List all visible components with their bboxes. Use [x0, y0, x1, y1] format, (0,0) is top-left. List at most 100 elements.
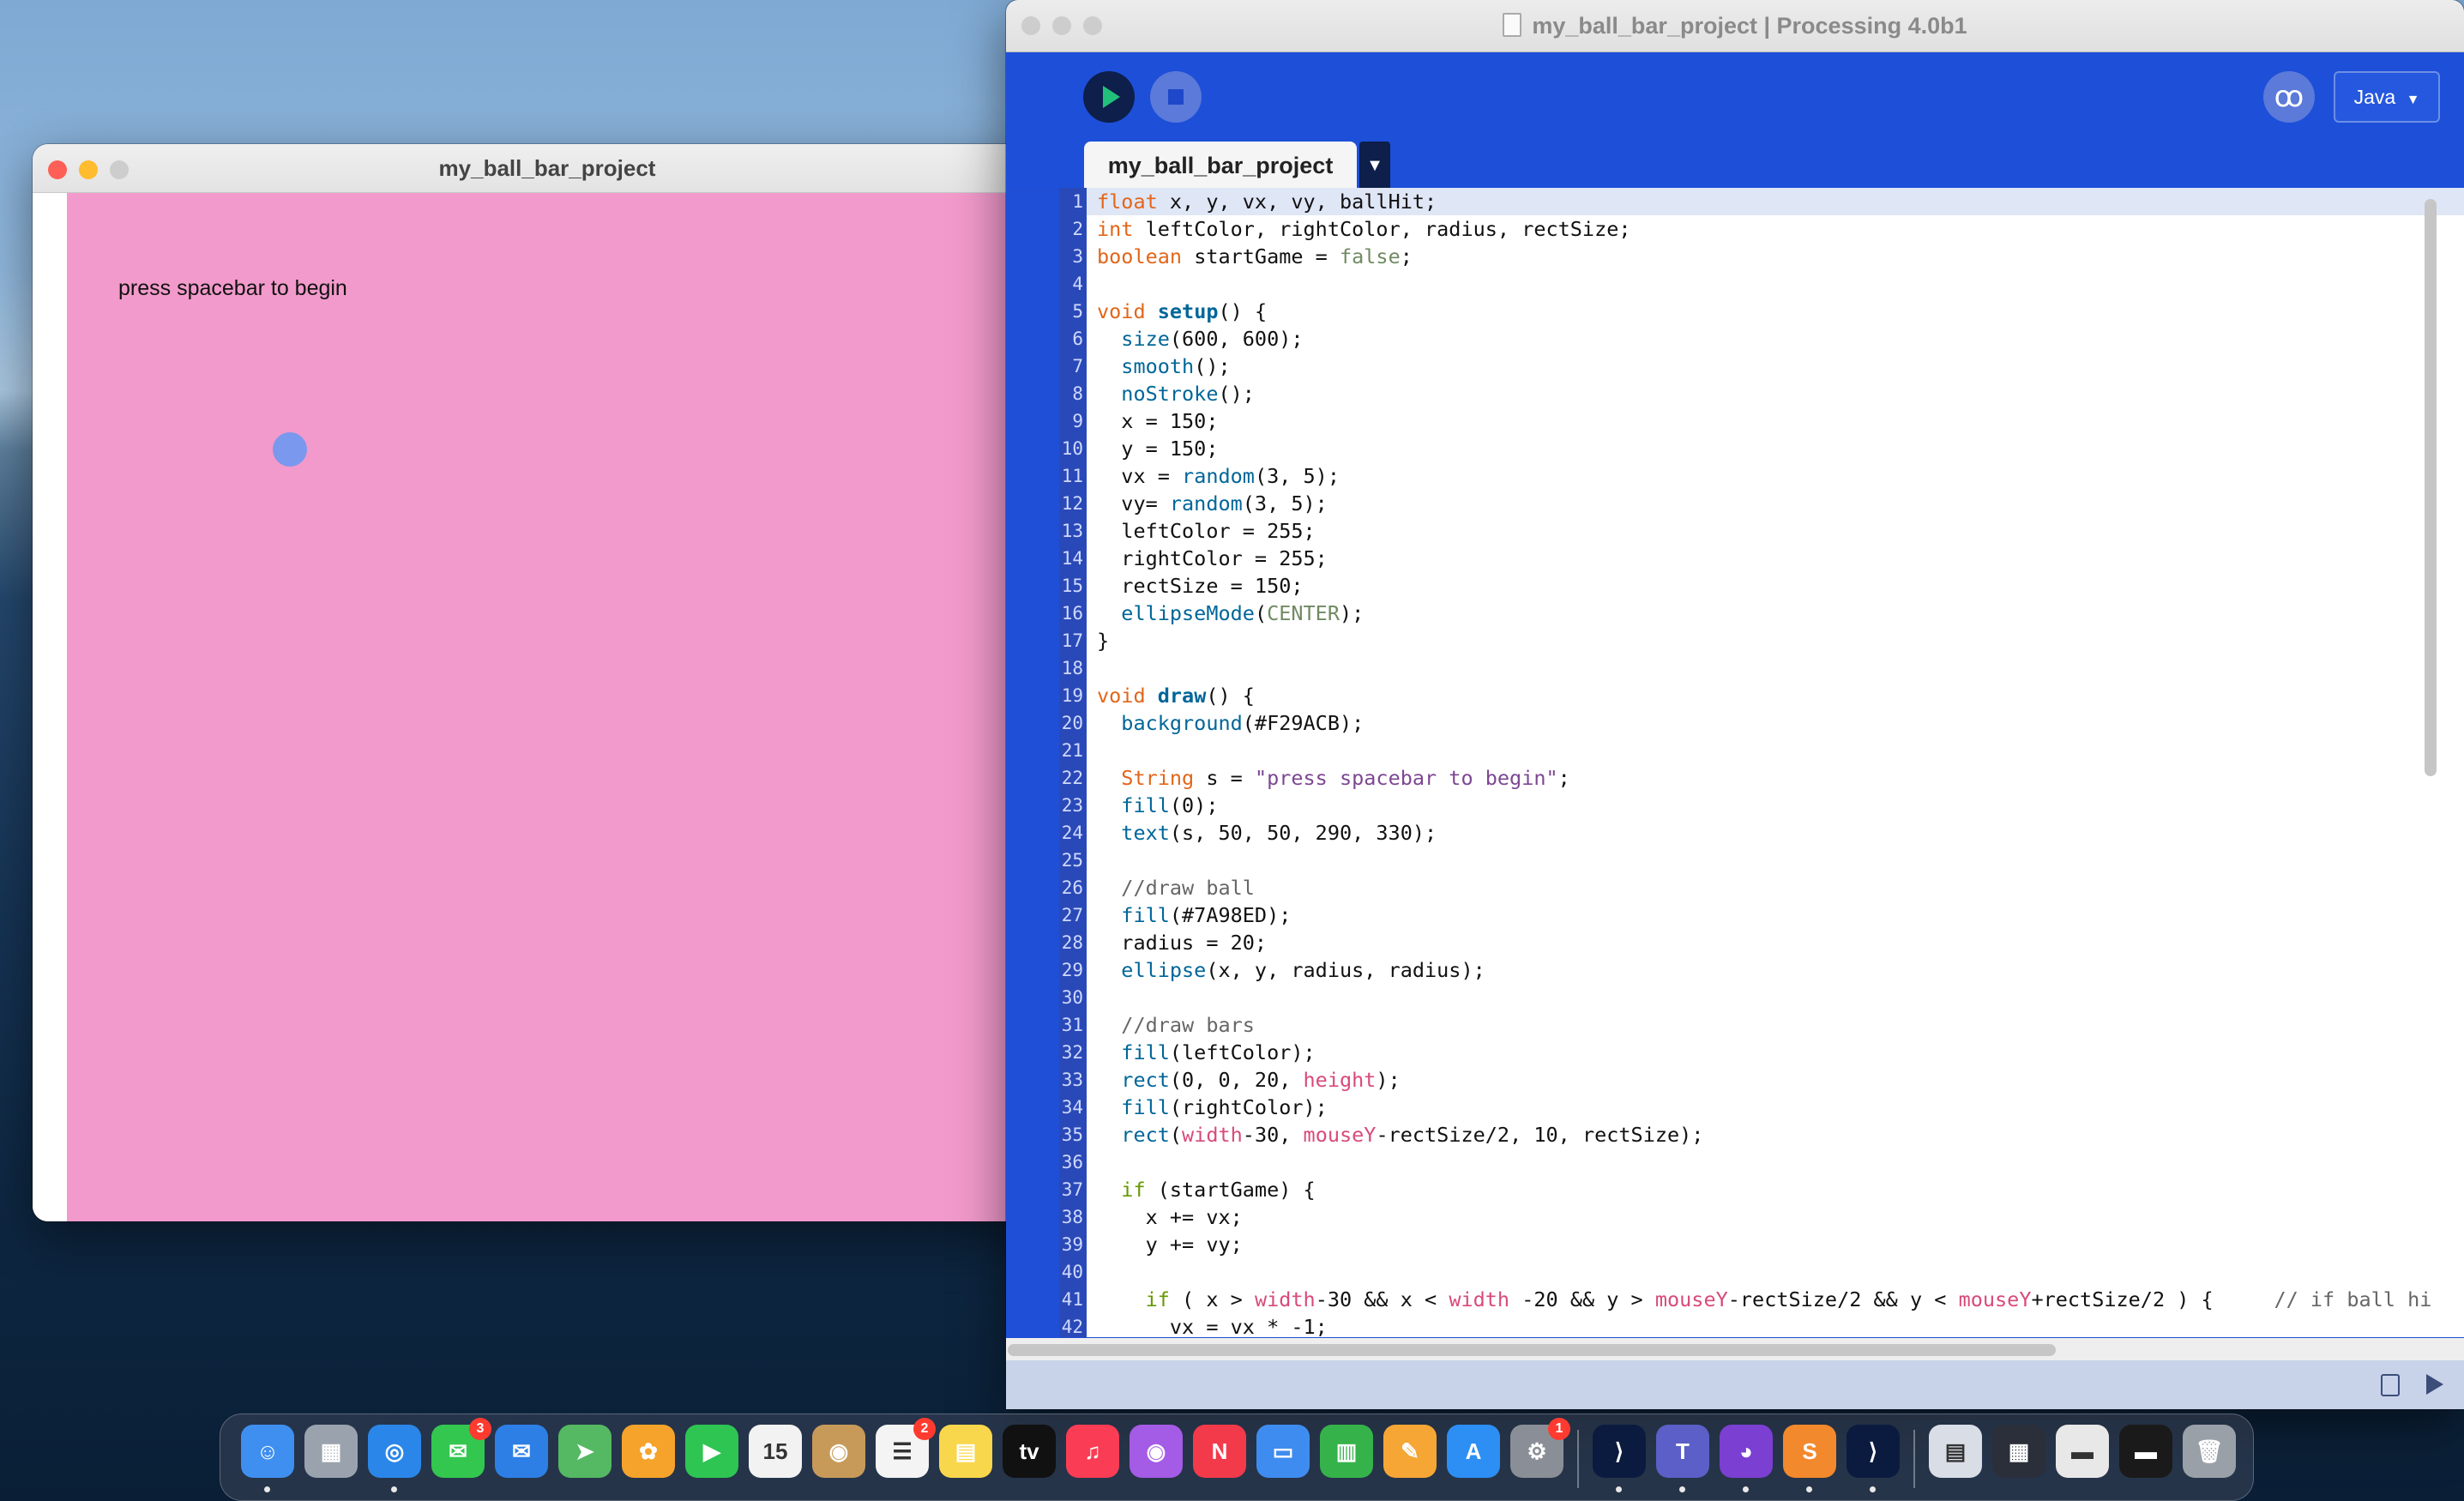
dock-contacts-icon[interactable]: ◉ — [812, 1425, 865, 1478]
line-number: 18 — [1061, 658, 1083, 678]
sketch-canvas[interactable]: press spacebar to begin — [33, 193, 1062, 1221]
dock-processing-icon[interactable]: ⟩ — [1593, 1425, 1646, 1478]
code-line: if ( x > width-30 && x < width -20 && y … — [1145, 1287, 2432, 1311]
code-line: rectSize = 150; — [1097, 574, 1304, 598]
dock-teams-icon[interactable]: T — [1656, 1425, 1709, 1478]
ide-toolbar: ꝏ Java ▼ — [1006, 52, 2464, 138]
play-icon[interactable] — [2426, 1374, 2443, 1395]
dock-window-thumbnail-icon[interactable]: ▬ — [2056, 1425, 2109, 1478]
line-number: 40 — [1061, 1262, 1083, 1282]
copy-icon[interactable] — [2381, 1374, 2400, 1396]
line-number: 7 — [1072, 356, 1083, 377]
code-line: boolean startGame = false; — [1097, 244, 1413, 268]
dock-mail-icon[interactable]: ✉ — [495, 1425, 548, 1478]
dock-photos-icon[interactable]: ✿ — [622, 1425, 675, 1478]
dock-reminders-icon[interactable]: ☰ 2 — [876, 1418, 936, 1478]
line-number-gutter: 1 2 3 4 5 6 7 8 9 10 11 12 13 14 15 16 17 18 19 20 21 22 23 24 2… — [1059, 188, 1087, 1337]
dock-finder-icon[interactable]: ☺ — [241, 1425, 294, 1478]
line-number: 31 — [1061, 1015, 1083, 1035]
line-number: 28 — [1061, 932, 1083, 953]
code-line: x = 150; — [1097, 409, 1219, 433]
line-number: 42 — [1061, 1317, 1083, 1337]
dock-numbers-icon[interactable]: ▥ — [1320, 1425, 1373, 1478]
code-line: void draw() { — [1097, 684, 1255, 708]
code-line: y += vy; — [1097, 1233, 1243, 1257]
code-line: x += vx; — [1097, 1205, 1243, 1229]
line-number: 2 — [1072, 219, 1083, 239]
sketch-window-title: my_ball_bar_project — [438, 155, 656, 181]
running-indicator — [264, 1486, 270, 1492]
dock-maps-icon[interactable]: ➤ — [558, 1425, 611, 1478]
dock-safari-icon[interactable]: ◎ — [368, 1425, 421, 1478]
code-editor[interactable] — [1059, 188, 2464, 1337]
left-bar — [33, 193, 67, 1221]
ide-titlebar[interactable]: my_ball_bar_project | Processing 4.0b1 — [1006, 0, 2464, 52]
dock-launchpad-icon[interactable]: ▦ — [304, 1425, 358, 1478]
line-number: 25 — [1061, 850, 1083, 871]
dock-sublime-text-icon[interactable]: S — [1783, 1425, 1836, 1478]
dock-messages-icon[interactable]: ✉ 3 — [431, 1418, 491, 1478]
dock-terminal-thumbnail-icon[interactable]: ▬ — [2119, 1425, 2172, 1478]
code-line: size(600, 600); — [1121, 327, 1304, 351]
code-line: rect(width-30, mouseY-rectSize/2, 10, re… — [1121, 1123, 1704, 1147]
dock-keynote-icon[interactable]: ▭ — [1256, 1425, 1310, 1478]
line-number: 17 — [1061, 630, 1083, 651]
line-number: 38 — [1061, 1207, 1083, 1227]
running-indicator — [1806, 1486, 1812, 1492]
ide-window-title: my_ball_bar_project | Processing 4.0b1 — [1006, 0, 2464, 51]
console-bar — [1006, 1360, 2464, 1409]
dock-app-store-icon[interactable]: A — [1447, 1425, 1500, 1478]
code-line: int leftColor, rightColor, radius, rectS… — [1097, 217, 1631, 241]
line-number: 26 — [1061, 877, 1083, 898]
dock-music-icon[interactable]: ♫ — [1066, 1425, 1119, 1478]
code-line: rightColor = 255; — [1097, 546, 1328, 570]
dock-notes-icon[interactable]: ▤ — [939, 1425, 992, 1478]
code-line: ellipse(x, y, radius, radius); — [1121, 958, 1485, 982]
line-number: 23 — [1061, 795, 1083, 816]
line-number: 29 — [1061, 960, 1083, 980]
sketch-titlebar[interactable]: my_ball_bar_project — [33, 144, 1062, 193]
debugger-button[interactable]: ꝏ — [2263, 71, 2315, 123]
code-line: } — [1097, 629, 1110, 653]
run-button[interactable] — [1083, 71, 1135, 123]
dock-pages-icon[interactable]: ✎ — [1383, 1425, 1437, 1478]
dock-trash-icon[interactable]: 🗑 — [2183, 1425, 2236, 1478]
line-number: 11 — [1061, 466, 1083, 486]
code-line: void setup() { — [1097, 299, 1268, 323]
stop-button[interactable] — [1150, 71, 1202, 123]
line-number: 14 — [1061, 548, 1083, 569]
code-line: vy= random(3, 5); — [1097, 491, 1328, 515]
dock-document-stack-icon[interactable]: ▤ — [1929, 1425, 1982, 1478]
line-number: 9 — [1072, 411, 1083, 431]
code-line: String s = "press spacebar to begin"; — [1121, 766, 1570, 790]
running-indicator — [1743, 1486, 1749, 1492]
dock-podcasts-icon[interactable]: ◉ — [1130, 1425, 1183, 1478]
tab-my-ball-bar-project[interactable]: my_ball_bar_project — [1084, 142, 1357, 188]
dock-calendar-icon[interactable]: 15 — [749, 1425, 802, 1478]
mode-dropdown[interactable]: Java ▼ — [2334, 71, 2440, 123]
chevron-down-icon: ▼ — [2406, 93, 2420, 107]
dock-system-preferences-icon[interactable]: ⚙ 1 — [1510, 1418, 1570, 1478]
dock-processing-sketch-icon[interactable]: ⟩ — [1846, 1425, 1900, 1478]
line-number: 27 — [1061, 905, 1083, 925]
code-line: float x, y, vx, vy, ballHit; — [1097, 190, 1437, 214]
dock-facetime-icon[interactable]: ▶ — [685, 1425, 738, 1478]
dock-separator — [1577, 1430, 1579, 1488]
tab-menu-button[interactable]: ▼ — [1359, 142, 1390, 188]
code-line: noStroke(); — [1121, 382, 1255, 406]
dock-news-icon[interactable]: N — [1193, 1425, 1246, 1478]
code-line: rect(0, 0, 20, height); — [1121, 1068, 1401, 1092]
dock-apple-tv-icon[interactable]: tv — [1003, 1425, 1056, 1478]
dock-screen-thumbnail-icon[interactable]: ▦ — [1992, 1425, 2045, 1478]
dock-github-desktop-icon[interactable]: ◕ — [1720, 1425, 1773, 1478]
line-number: 34 — [1061, 1097, 1083, 1118]
vertical-scrollbar[interactable] — [2425, 199, 2437, 776]
line-number: 16 — [1061, 603, 1083, 624]
code-line: //draw ball — [1121, 876, 1255, 900]
code-line: fill(leftColor); — [1121, 1040, 1316, 1064]
horizontal-scrollbar[interactable] — [1008, 1344, 2056, 1356]
code-line: fill(0); — [1121, 793, 1219, 817]
dock: ☺ ▦ ◎ ✉ 3 ✉ ➤ ✿ ▶ 15 ◉ ☰ 2 ▤ tv ♫ ◉ N ▭ ▥ ✎ A ⚙ 1 ⟩ T ◕ S ⟩ ▤ ▦ ▬ ▬ 🗑 — [220, 1414, 2254, 1501]
notification-badge: 3 — [469, 1418, 491, 1440]
code-line: ellipseMode(CENTER); — [1121, 601, 1365, 625]
